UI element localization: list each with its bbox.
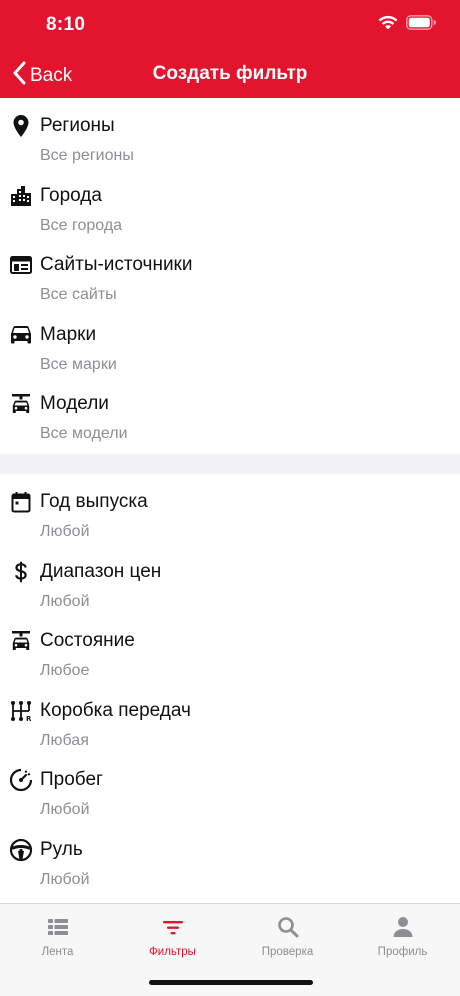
car-repair-icon — [9, 629, 33, 653]
tab-label: Фильтры — [149, 946, 196, 958]
status-icons — [378, 15, 437, 35]
filter-price-range[interactable]: Диапазон цен Любой — [0, 544, 460, 614]
tab-label: Профиль — [377, 946, 428, 958]
tab-check[interactable]: Проверка — [230, 904, 345, 974]
section-divider — [0, 454, 460, 474]
car-repair-icon — [9, 392, 33, 416]
search-icon — [277, 914, 299, 940]
filter-icon — [162, 914, 184, 940]
filter-regions[interactable]: Регионы Все регионы — [0, 98, 460, 168]
filter-title: Города — [40, 184, 102, 206]
filter-value: Любой — [40, 592, 90, 610]
filter-title: Регионы — [40, 115, 115, 136]
website-icon — [9, 253, 33, 277]
filter-value: Любой — [40, 870, 90, 888]
tab-feed[interactable]: Лента — [0, 904, 115, 974]
back-label: Back — [30, 64, 73, 86]
battery-icon — [406, 15, 437, 35]
filter-group-parameters: Год выпуска Любой Диапазон цен Любой Сос… — [0, 474, 460, 892]
header: 8:10 Back Создать фильтр — [0, 0, 460, 98]
tab-label: Проверка — [261, 946, 314, 958]
dollar-icon — [9, 560, 33, 584]
filter-source-sites[interactable]: Сайты-источники Все сайты — [0, 237, 460, 307]
filter-value: Любое — [40, 662, 90, 680]
filter-value: Любой — [40, 523, 90, 540]
filter-steering[interactable]: Руль Любой — [0, 822, 460, 892]
svg-text:R: R — [26, 715, 32, 722]
filter-group-location-brand: Регионы Все регионы Города Все города Са… — [0, 98, 460, 446]
filter-title: Модели — [40, 393, 109, 415]
tab-profile[interactable]: Профиль — [345, 904, 460, 974]
filter-value: Все сайты — [40, 286, 117, 304]
filter-value: Все регионы — [40, 147, 134, 164]
speedometer-icon — [9, 768, 33, 792]
filter-title: Руль — [40, 838, 83, 860]
home-indicator — [149, 980, 313, 985]
filter-mileage[interactable]: Пробег Любой — [0, 752, 460, 822]
filter-condition[interactable]: Состояние Любое — [0, 613, 460, 683]
city-buildings-icon — [9, 184, 33, 208]
tab-filters[interactable]: Фильтры — [115, 904, 230, 974]
tab-label: Лента — [41, 946, 74, 958]
car-icon — [9, 323, 33, 347]
person-icon — [393, 914, 413, 940]
filter-transmission[interactable]: R Коробка передач Любая — [0, 683, 460, 753]
filter-value: Все модели — [40, 425, 128, 443]
filter-title: Состояние — [40, 630, 135, 652]
filter-brands[interactable]: Марки Все марки — [0, 307, 460, 377]
filter-title: Сайты-источники — [40, 254, 193, 276]
chevron-left-icon — [12, 61, 26, 90]
back-button[interactable]: Back — [12, 61, 72, 90]
filter-cities[interactable]: Города Все города — [0, 168, 460, 238]
gearbox-icon: R — [9, 699, 33, 723]
steering-wheel-icon — [9, 838, 33, 862]
filter-year[interactable]: Год выпуска Любой — [0, 474, 460, 544]
filter-value: Любая — [40, 731, 89, 749]
wifi-icon — [378, 15, 398, 35]
filter-title: Коробка передач — [40, 699, 191, 721]
filter-title: Год выпуска — [40, 491, 148, 512]
map-pin-icon — [9, 114, 33, 138]
list-icon — [47, 914, 69, 940]
filter-title: Диапазон цен — [40, 560, 162, 582]
filter-value: Любой — [40, 801, 90, 819]
calendar-icon — [9, 490, 33, 514]
filter-value: Все города — [40, 216, 123, 234]
filter-title: Пробег — [40, 769, 103, 791]
filter-value: Все марки — [40, 355, 117, 373]
filter-models[interactable]: Модели Все модели — [0, 376, 460, 446]
filter-title: Марки — [40, 323, 97, 345]
status-time: 8:10 — [46, 14, 86, 35]
